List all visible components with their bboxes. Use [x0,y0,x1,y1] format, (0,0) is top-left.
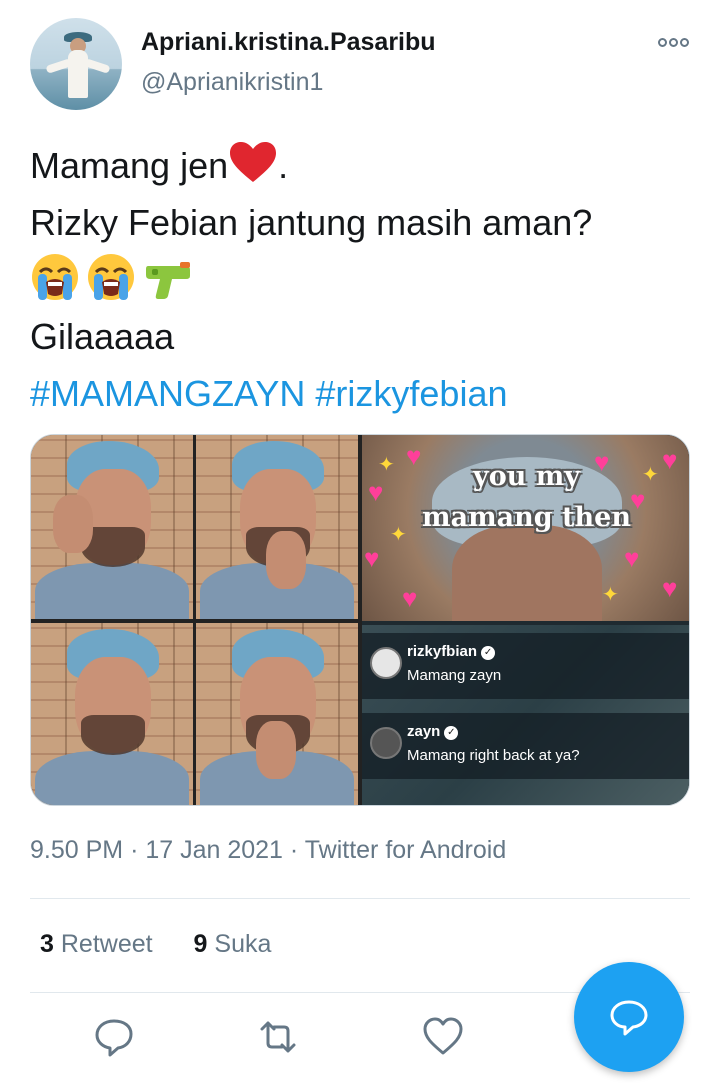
divider [30,898,690,899]
retweets-stat[interactable]: 3 Retweet [40,930,153,958]
avatar[interactable] [30,18,122,110]
tweet-date: 17 Jan 2021 [145,836,283,864]
tweet-line-1: Mamang jen . [30,137,690,194]
tweet-header: Apriani.kristina.Pasaribu @Aprianikristi… [30,18,690,110]
tweet-text: Mamang jen . Rizky Febian jantung masih … [30,137,690,422]
compose-reply-button[interactable] [574,962,684,1072]
verified-badge-icon: ✓ [444,726,459,740]
reply-icon[interactable] [92,1015,136,1059]
hashtags: #MAMANGZAYN #rizkyfebian [30,365,690,422]
comment-avatar [370,727,402,759]
retweet-icon[interactable] [256,1015,300,1059]
red-heart-icon [230,142,277,182]
comment-text: Mamang right back at ya? [407,747,580,764]
water-pistol-icon [146,262,190,299]
verified-badge-icon: ✓ [481,646,496,660]
collage-photo [31,435,193,619]
tweet-timestamp: 9.50 PM · 17 Jan 2021 · Twitter for Andr… [30,836,507,864]
tweet-time: 9.50 PM [30,836,124,864]
comment-screenshot: rizkyfbian ✓ Mamang zayn zayn ✓ Mamang rig… [362,625,689,805]
more-options-icon[interactable] [656,32,690,52]
collage-photo [196,435,358,619]
comment-username: zayn ✓ [407,723,459,740]
meme-image: ♥ ♥ ♥ ♥ ♥ ♥ ♥ ♥ ♥ ✦ ✦ ✦ ✦ you my mamang … [362,435,689,621]
tweet-line-4: Gilaaaaa [30,316,175,357]
loudly-crying-face-icon [32,254,78,300]
reply-bubble-icon [610,1000,648,1036]
user-handle[interactable]: @Aprianikristin1 [141,68,323,97]
comment-item: zayn ✓ Mamang right back at ya? [362,713,689,779]
like-icon[interactable] [421,1015,465,1059]
display-name[interactable]: Apriani.kristina.Pasaribu [141,28,436,57]
comment-item: rizkyfbian ✓ Mamang zayn [362,633,689,699]
meme-panel: ♥ ♥ ♥ ♥ ♥ ♥ ♥ ♥ ♥ ✦ ✦ ✦ ✦ you my mamang … [362,435,689,805]
comment-username: rizkyfbian ✓ [407,643,496,660]
loudly-crying-face-icon [88,254,134,300]
likes-stat[interactable]: 9 Suka [194,930,272,958]
tweet-stats: 3 Retweet 9 Suka [40,930,271,959]
tweet-source[interactable]: Twitter for Android [305,836,506,864]
comment-text: Mamang zayn [407,667,502,684]
media-image[interactable]: ♥ ♥ ♥ ♥ ♥ ♥ ♥ ♥ ♥ ✦ ✦ ✦ ✦ you my mamang … [30,434,690,806]
hashtag-link[interactable]: #rizkyfebian [315,373,507,414]
tweet-emoji-line [30,251,690,308]
collage-photo [196,623,358,805]
comment-avatar [370,647,402,679]
collage-photo [31,623,193,805]
tweet-line-2: Rizky Febian jantung masih aman? [30,202,593,243]
hashtag-link[interactable]: #MAMANGZAYN [30,373,305,414]
meme-caption: mamang then [422,502,631,533]
meme-caption: you my [473,461,580,492]
photo-collage [31,435,358,805]
